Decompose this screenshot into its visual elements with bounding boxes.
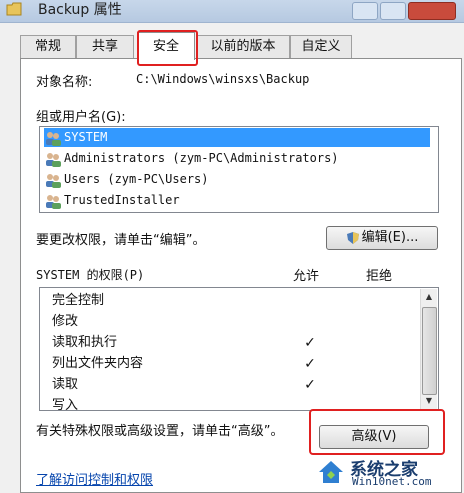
users-group-icon: [46, 194, 61, 209]
deny-column-header: 拒绝: [366, 269, 393, 284]
object-name-label: 对象名称:: [36, 75, 93, 90]
edit-hint: 要更改权限，请单击“编辑”。: [36, 233, 206, 248]
permission-name: 修改: [52, 314, 79, 329]
advanced-hint: 有关特殊权限或高级设置，请单击“高级”。: [36, 424, 284, 439]
list-item[interactable]: TrustedInstaller: [44, 191, 180, 210]
permission-row: 读取: [52, 374, 78, 395]
permission-name: 写入: [52, 398, 79, 411]
permission-name: 读取和执行: [52, 335, 118, 350]
list-item[interactable]: SYSTEM: [44, 128, 430, 147]
list-item-label: Users (zym-PC\Users): [64, 172, 209, 186]
permission-row: 完全控制: [52, 290, 104, 311]
minimize-button[interactable]: [352, 2, 378, 20]
allow-check: ✓: [304, 335, 316, 351]
permission-row: 列出文件夹内容: [52, 353, 143, 374]
permission-row: 写入: [52, 395, 79, 411]
advanced-highlight-box: [309, 409, 445, 455]
list-item-label: SYSTEM: [64, 130, 108, 144]
maximize-button[interactable]: [380, 2, 406, 20]
permission-row: 修改: [52, 311, 78, 332]
watermark-url: Win10net.com: [352, 475, 432, 488]
permissions-scrollbar[interactable]: ▲ ▼: [420, 289, 437, 409]
allow-check: ✓: [304, 356, 316, 372]
close-button[interactable]: [408, 2, 456, 20]
permission-name: 完全控制: [52, 293, 105, 308]
groups-label: 组或用户名(G):: [36, 110, 126, 125]
list-item-label: Administrators (zym-PC\Administrators): [64, 151, 339, 165]
scroll-down-arrow-icon[interactable]: ▼: [421, 393, 437, 409]
access-control-link[interactable]: 了解访问控制和权限: [36, 469, 153, 488]
title-bar: Backup 属性: [0, 0, 464, 23]
permissions-label: SYSTEM 的权限(P): [36, 268, 145, 282]
tab-general[interactable]: 常规: [20, 35, 76, 58]
list-item-label: TrustedInstaller: [64, 193, 180, 207]
tab-sharing[interactable]: 共享: [76, 35, 134, 58]
window-title: Backup 属性: [38, 2, 122, 18]
edit-button[interactable]: 编辑(E)...: [326, 226, 438, 250]
permissions-list[interactable]: 完全控制 修改 读取和执行 列出文件夹内容 读取 写入 ✓ ✓ ✓ ▲ ▼: [39, 287, 439, 411]
tab-highlight-box: [137, 30, 198, 66]
tab-previous-versions[interactable]: 以前的版本: [196, 35, 290, 58]
list-item[interactable]: Administrators (zym-PC\Administrators): [44, 149, 339, 168]
users-group-icon: [46, 173, 61, 188]
scroll-up-arrow-icon[interactable]: ▲: [421, 289, 437, 305]
scrollbar-thumb[interactable]: [422, 307, 437, 395]
edit-button-label: 编辑(E)...: [361, 230, 419, 245]
permission-name: 列出文件夹内容: [52, 356, 144, 371]
shield-icon: [346, 231, 359, 244]
groups-list[interactable]: SYSTEM Administrators (zym-PC\Administra…: [39, 126, 439, 213]
permission-name: 读取: [52, 377, 79, 392]
watermark: 系统之家 Win10net.com: [314, 453, 464, 491]
object-name-value: C:\Windows\winsxs\Backup: [136, 72, 310, 86]
users-group-icon: [46, 152, 61, 167]
list-item[interactable]: Users (zym-PC\Users): [44, 170, 209, 189]
tab-customize[interactable]: 自定义: [290, 35, 352, 58]
folder-icon: [6, 2, 22, 16]
users-group-icon: [46, 131, 61, 146]
allow-column-header: 允许: [293, 269, 320, 284]
permission-row: 读取和执行: [52, 332, 117, 353]
allow-check: ✓: [304, 377, 316, 393]
house-logo-icon: [319, 461, 343, 483]
